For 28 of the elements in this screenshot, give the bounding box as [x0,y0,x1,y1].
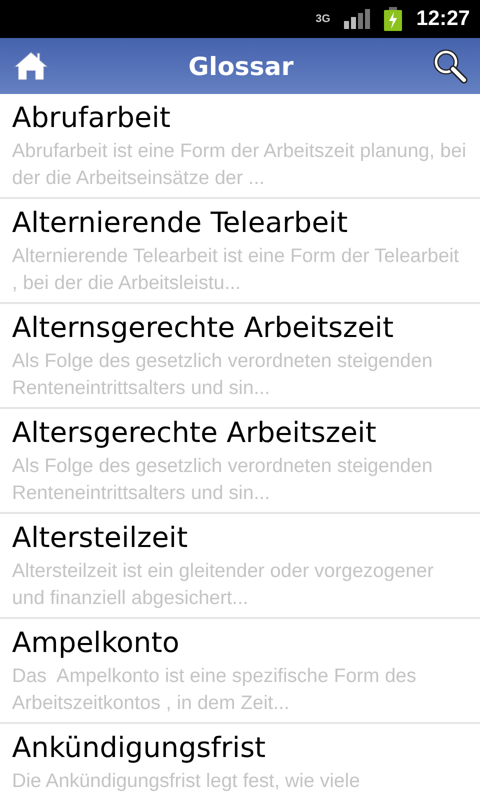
term-summary: Altersteilzeit ist ein gleitender oder vorgezogener und finanziell abgesichert... [12,559,435,611]
glossary-item[interactable]: Abrufarbeit Abrufarbeit ist eine Form der Arbeitszeit planung, bei der die Arbeitseinsätze der ... [0,94,480,199]
glossary-item[interactable]: Alternsgerechte Arbeitszeit Als Folge des gesetzlich verordneten steigenden Renteneintrittsalters und sin... [0,304,480,409]
term-title: Alternierende Telearbeit [12,205,349,241]
glossary-item[interactable]: Altersgerechte Arbeitszeit Als Folge des gesetzlich verordneten steigenden Renteneintrittsalters und sin... [0,409,480,514]
term-title: Ankündigungsfrist [12,730,267,766]
term-title: Ampelkonto [12,625,180,661]
term-summary: Als Folge des gesetzlich verordneten steigenden Renteneintrittsalters und sin... [12,454,434,506]
signal-icon [344,9,370,29]
glossary-item[interactable]: Ankündigungsfrist Die Ankündigungsfrist legt fest, wie viele [0,724,480,800]
term-summary: Die Ankündigungsfrist legt fest, wie viele [12,769,361,794]
glossary-item[interactable]: Altersteilzeit Altersteilzeit ist ein gleitender oder vorgezogener und finanziell abgesichert... [0,514,480,619]
clock: 12:27 [416,7,470,31]
glossary-item[interactable]: Alternierende Telearbeit Alternierende Telearbeit ist eine Form der Telearbeit , bei der die Arbeitsleistu... [0,199,480,304]
screen-title: Glossar [188,52,294,80]
term-title: Altersteilzeit [12,520,189,556]
network-type-icon: 3G [316,13,330,25]
home-icon[interactable] [12,50,50,82]
search-icon[interactable] [432,48,468,84]
term-summary: Alternierende Telearbeit ist eine Form der Telearbeit , bei der die Arbeitsleistu... [12,244,460,296]
term-summary: Abrufarbeit ist eine Form der Arbeitszeit planung, bei der die Arbeitseinsätze der ... [12,139,468,191]
term-summary: Als Folge des gesetzlich verordneten steigenden Renteneintrittsalters und sin... [12,349,434,401]
term-title: Altersgerechte Arbeitszeit [12,415,378,451]
term-summary: Das Ampelkonto ist eine spezifische Form des Arbeitszeitkontos , in dem Zeit... [12,664,418,716]
battery-charging-icon [384,7,402,31]
glossary-item[interactable]: Ampelkonto Das Ampelkonto ist eine spezifische Form des Arbeitszeitkontos , in dem Zeit... [0,619,480,724]
term-title: Alternsgerechte Arbeitszeit [12,310,395,346]
term-title: Abrufarbeit [12,100,172,136]
